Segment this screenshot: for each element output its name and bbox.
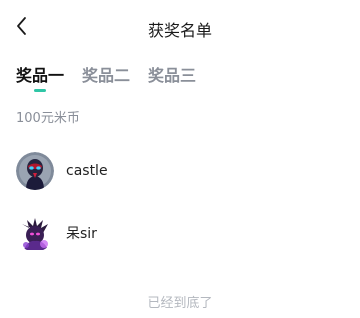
winner-list-screen: 获奖名单 奖品一 奖品二 奖品三 100元米币 castle 呆sir 已经到底… [0,0,360,318]
tab-prize-3[interactable]: 奖品三 [148,62,196,92]
list-item[interactable]: 呆sir [16,202,346,264]
prize-name: 100元米币 [16,111,80,126]
winner-name: 呆sir [66,226,97,242]
active-tab-indicator [34,89,46,92]
list-item[interactable]: castle [16,140,346,202]
user-avatar-icon [16,214,54,252]
header: 获奖名单 [0,0,360,54]
tab-prize-1[interactable]: 奖品一 [16,62,64,92]
winner-name: castle [66,163,108,179]
avatar[interactable] [16,214,54,252]
tab-prize-2[interactable]: 奖品二 [82,62,130,92]
avatar[interactable] [16,152,54,190]
tab-label: 奖品三 [148,66,197,85]
end-of-list-text: 已经到底了 [147,296,213,311]
tab-label: 奖品二 [82,66,131,85]
prize-tabs: 奖品一 奖品二 奖品三 [16,62,214,92]
winner-list: castle 呆sir [16,140,346,264]
tab-label: 奖品一 [16,66,65,85]
page-title: 获奖名单 [147,21,212,40]
user-avatar-icon [16,152,54,190]
